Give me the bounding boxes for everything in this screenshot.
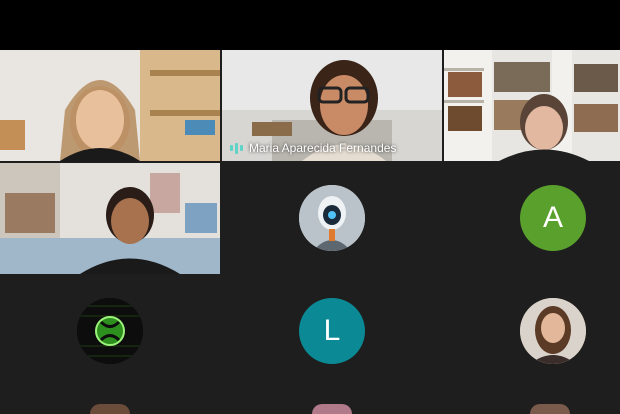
participant-tile-3[interactable] <box>444 50 620 161</box>
participant-video-3 <box>444 50 620 161</box>
avatar-initial: L <box>323 314 341 347</box>
letter-avatar-l: L <box>299 298 365 364</box>
participant-avatar-peek <box>312 404 352 414</box>
letter-avatar-a: A <box>520 185 586 251</box>
participant-tile-6[interactable]: A <box>444 163 620 274</box>
participant-tile-1[interactable] <box>0 50 220 161</box>
audio-level-icon <box>230 142 243 154</box>
participant-tile-5[interactable] <box>222 163 442 274</box>
participant-tile-2[interactable]: Maria Aparecida Fernandes <box>222 50 442 161</box>
participant-avatar-peek <box>530 404 570 414</box>
avatar-initial: A <box>542 201 563 234</box>
xbox-avatar <box>77 298 143 364</box>
robot-avatar <box>299 185 365 251</box>
participants-grid: Maria Aparecida Fernandes A L <box>0 50 620 414</box>
participant-tile-4[interactable] <box>0 163 220 274</box>
participant-video-4 <box>0 163 220 274</box>
participant-name-tag: Maria Aparecida Fernandes <box>230 141 396 155</box>
participant-name: Maria Aparecida Fernandes <box>249 141 397 155</box>
participant-video-1 <box>0 50 220 161</box>
participant-avatar-peek <box>90 404 130 414</box>
participant-tile-9[interactable] <box>444 276 620 387</box>
participant-tile-7[interactable] <box>0 276 220 387</box>
participant-tile-8[interactable]: L <box>222 276 442 387</box>
photo-avatar <box>520 298 586 364</box>
